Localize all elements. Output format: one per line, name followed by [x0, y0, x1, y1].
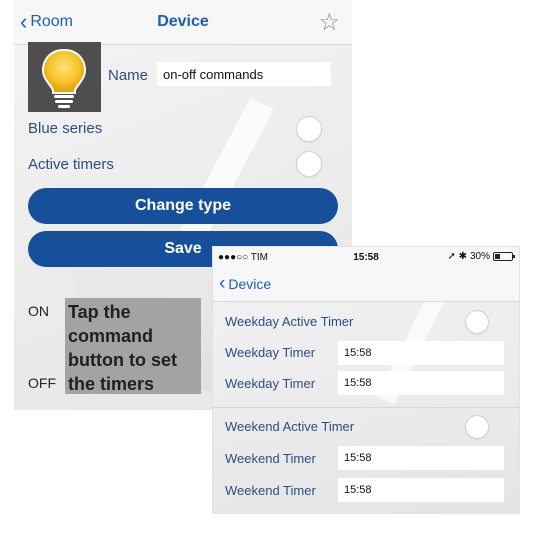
battery-icon — [493, 252, 515, 261]
weekend-timer-input-1[interactable] — [338, 446, 504, 470]
change-type-button[interactable]: Change type — [28, 188, 338, 224]
weekend-timer-label: Weekend Timer — [225, 483, 316, 498]
battery-percent: 30% — [469, 251, 490, 262]
back-label: Device — [228, 275, 272, 292]
back-to-device-button[interactable]: ‹ Device — [219, 274, 271, 293]
off-command-button[interactable]: OFF — [28, 375, 56, 391]
weekend-timer-input-2[interactable] — [338, 478, 504, 502]
instruction-callout: Tap the command button to set the timers — [65, 298, 201, 394]
device-icon-tile[interactable] — [28, 42, 101, 112]
chevron-left-icon: ‹ — [219, 273, 226, 294]
weekday-timer-input-2[interactable] — [338, 371, 504, 395]
weekday-active-timer-toggle[interactable] — [466, 311, 488, 333]
weekend-active-timer-toggle[interactable] — [466, 416, 488, 438]
location-bluetooth-icon: ➚ ✱ — [447, 251, 467, 262]
weekday-timer-label: Weekday Timer — [225, 376, 316, 391]
weekend-timer-label: Weekend Timer — [225, 451, 316, 466]
star-icon[interactable]: ☆ — [318, 8, 340, 37]
weekday-active-timer-label: Weekday Active Timer — [225, 314, 354, 329]
device-nav-bar: ‹ Room Device ☆ — [14, 0, 352, 45]
name-label: Name — [108, 67, 149, 84]
light-bulb-icon — [41, 48, 87, 108]
blue-series-label: Blue series — [28, 120, 103, 137]
on-command-button[interactable]: ON — [28, 303, 49, 319]
active-timers-toggle[interactable] — [297, 152, 321, 176]
section-divider — [213, 407, 519, 408]
timer-nav-bar: ‹ Device — [213, 267, 519, 302]
active-timers-label: Active timers — [28, 156, 114, 173]
blue-series-toggle[interactable] — [297, 117, 321, 141]
weekend-active-timer-label: Weekend Active Timer — [225, 419, 355, 434]
weekday-timer-label: Weekday Timer — [225, 345, 316, 360]
page-title: Device — [157, 13, 209, 30]
weekday-timer-input-1[interactable] — [338, 341, 504, 365]
battery-group: ➚ ✱ 30% — [447, 251, 515, 262]
status-bar: ●●●○○ TIM 15:58 ➚ ✱ 30% — [213, 247, 519, 267]
device-name-input[interactable] — [157, 62, 331, 86]
timer-screen: ●●●○○ TIM 15:58 ➚ ✱ 30% ‹ Device Weekday… — [213, 247, 519, 513]
